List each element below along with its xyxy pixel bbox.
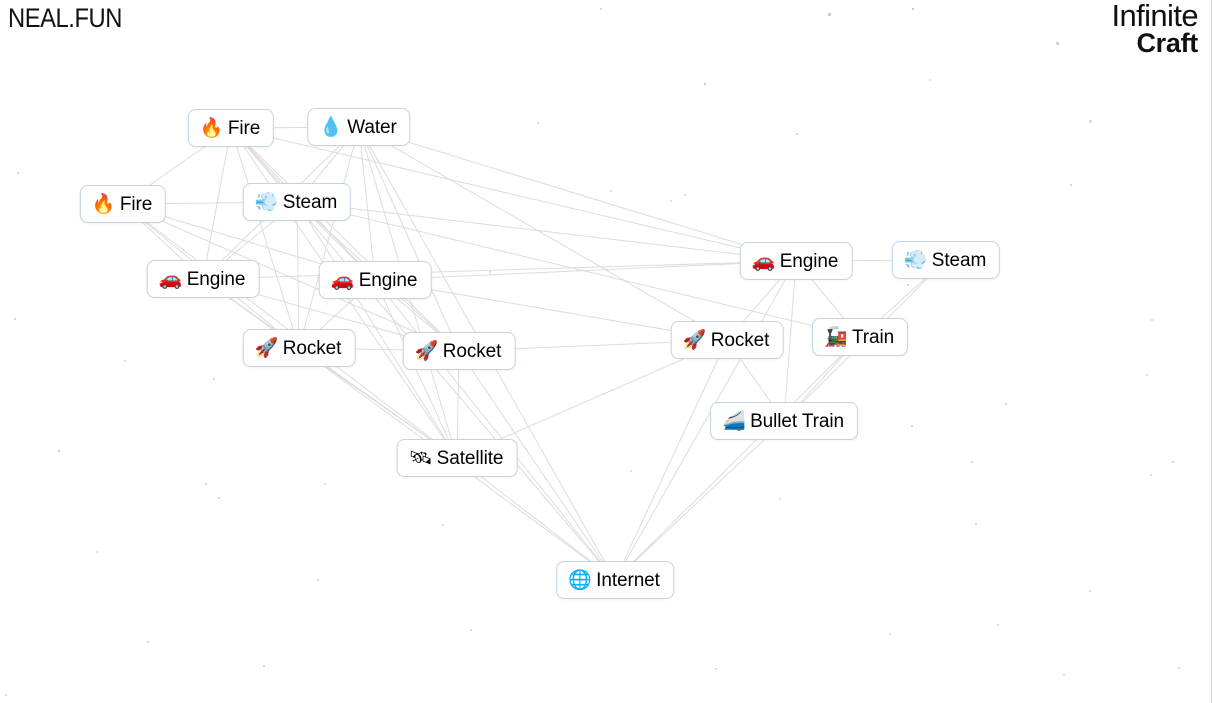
water-drop-emoji: 💧	[319, 115, 343, 138]
neal-fun-logo[interactable]: NEAL.FUN	[8, 5, 122, 32]
element-node-engine-1[interactable]: 🚗 Engine	[146, 260, 260, 298]
steam-puff-emoji: 💨	[903, 248, 928, 271]
element-node-label: Engine	[358, 269, 418, 291]
element-node-label: Steam	[931, 249, 987, 271]
element-node-label: Rocket	[710, 329, 770, 351]
high-speed-train-emoji: 🚄	[722, 409, 746, 432]
satellite-emoji: 🛰	[408, 446, 433, 469]
element-node-internet-1[interactable]: 🌐 Internet	[556, 561, 674, 599]
car-emoji: 🚗	[158, 267, 183, 290]
steam-puff-emoji: 💨	[254, 190, 279, 213]
rocket-emoji: 🚀	[682, 328, 707, 351]
element-node-rocket-2[interactable]: 🚀 Rocket	[402, 332, 516, 370]
logo-line-infinite: Infinite	[1111, 0, 1198, 33]
element-node-satellite-1[interactable]: 🛰 Satellite	[396, 439, 518, 477]
element-node-label: Rocket	[442, 340, 502, 362]
element-node-label: Fire	[119, 193, 153, 215]
globe-meridians-emoji: 🌐	[568, 568, 592, 591]
element-node-label: Water	[347, 116, 397, 138]
element-node-fire-2[interactable]: 🔥 Fire	[79, 185, 167, 223]
element-node-water-1[interactable]: 💧 Water	[307, 108, 411, 146]
element-node-steam-1[interactable]: 💨 Steam	[242, 183, 352, 221]
infinite-craft-logo: Infinite Craft	[1111, 0, 1198, 58]
element-node-label: Satellite	[436, 447, 504, 469]
element-node-label: Steam	[282, 191, 338, 213]
logo-line-craft: Craft	[1136, 27, 1198, 58]
rocket-emoji: 🚀	[414, 339, 439, 362]
element-node-layer[interactable]: 🔥 Fire 💧 Water 🔥 Fire 💨 Steam 🚗 Engine 🚗 Engine 🚗 Eng…	[0, 0, 1212, 703]
infinite-craft-canvas[interactable]: 🔥 Fire 💧 Water 🔥 Fire 💨 Steam 🚗 Engine 🚗 Engine 🚗 Eng…	[0, 0, 1212, 703]
locomotive-emoji: 🚂	[823, 325, 848, 348]
element-node-engine-2[interactable]: 🚗 Engine	[318, 261, 432, 299]
element-node-label: Fire	[227, 117, 261, 139]
car-emoji: 🚗	[751, 249, 776, 272]
element-node-label: Rocket	[282, 337, 342, 359]
element-node-bullet-train-1[interactable]: 🚄 Bullet Train	[710, 402, 858, 440]
element-node-train-1[interactable]: 🚂 Train	[811, 318, 909, 356]
car-emoji: 🚗	[330, 268, 355, 291]
element-node-label: Internet	[596, 569, 660, 591]
element-node-steam-2[interactable]: 💨 Steam	[891, 241, 1001, 279]
element-node-rocket-3[interactable]: 🚀 Rocket	[670, 321, 784, 359]
element-node-label: Bullet Train	[750, 410, 844, 432]
element-node-fire-1[interactable]: 🔥 Fire	[187, 109, 275, 147]
element-node-rocket-1[interactable]: 🚀 Rocket	[242, 329, 356, 367]
element-node-label: Engine	[186, 268, 246, 290]
element-node-label: Train	[851, 326, 895, 348]
rocket-emoji: 🚀	[254, 336, 279, 359]
element-node-label: Engine	[779, 250, 839, 272]
fire-emoji: 🔥	[91, 192, 116, 215]
fire-emoji: 🔥	[199, 116, 224, 139]
element-node-engine-3[interactable]: 🚗 Engine	[739, 242, 853, 280]
